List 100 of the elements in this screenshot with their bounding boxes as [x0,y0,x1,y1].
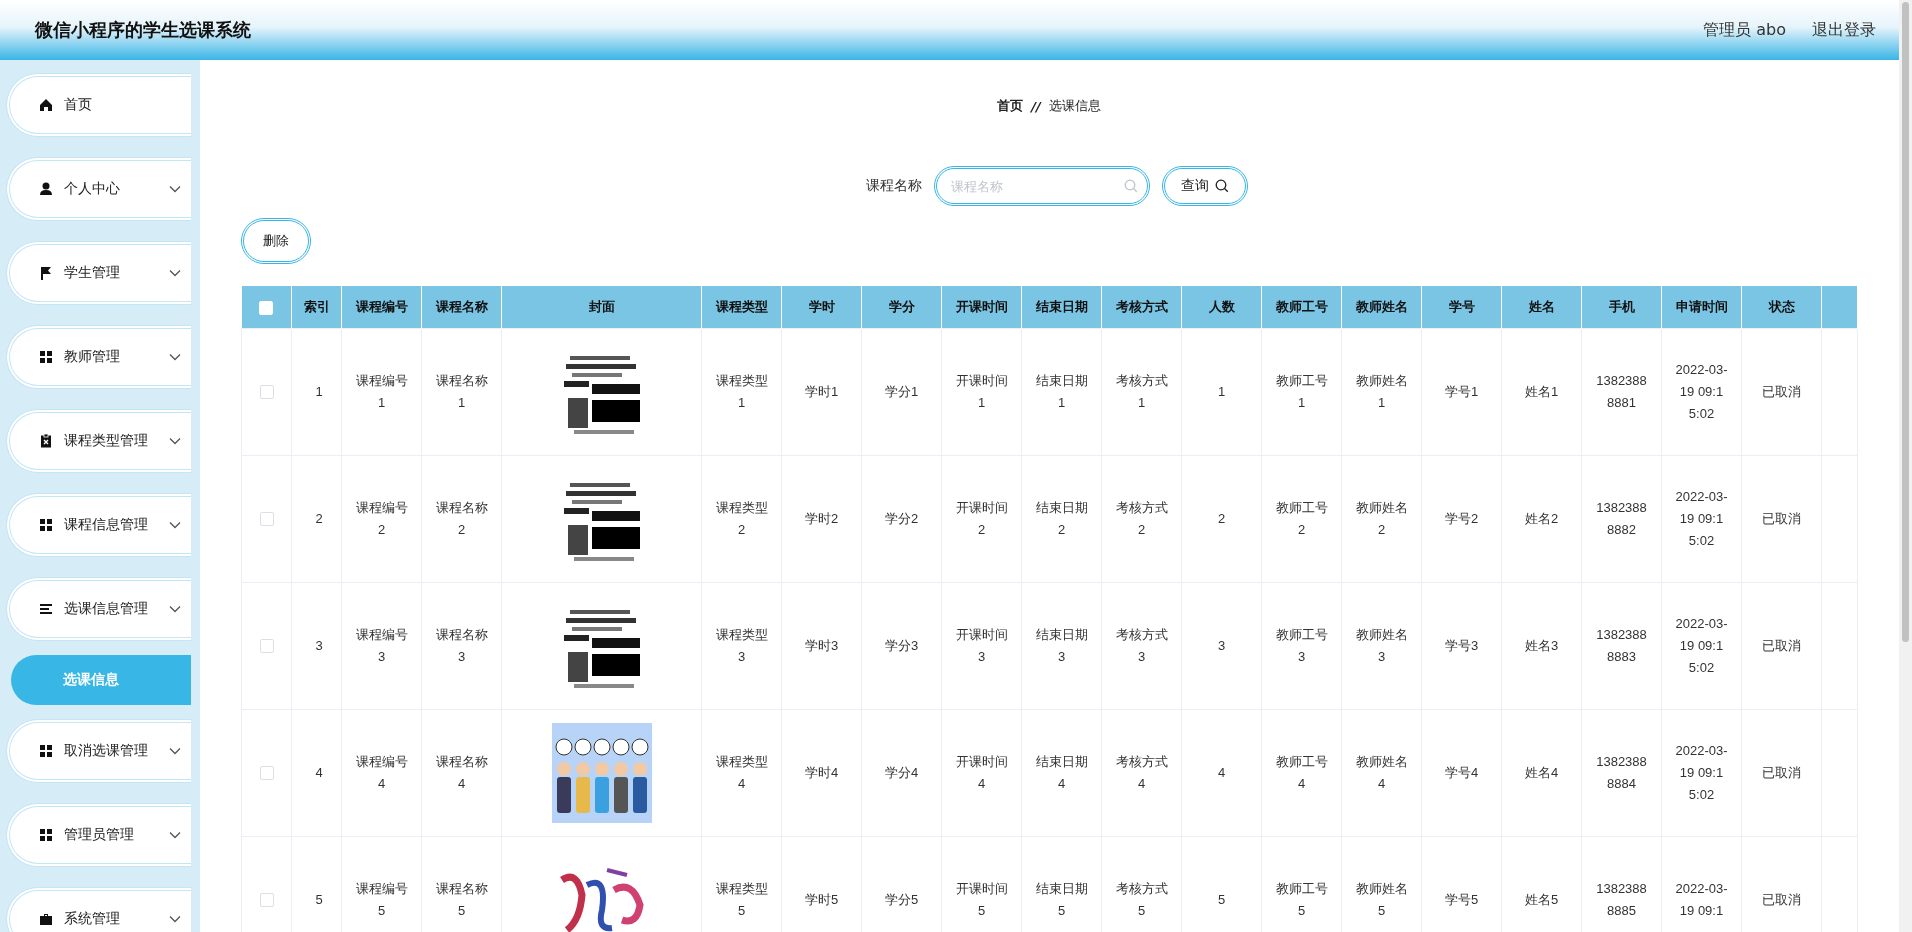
table-cell-text: 结束日期1 [1034,371,1089,412]
column-header: 教师姓名 [1341,286,1422,328]
table-cell-text: 13823888881 [1595,371,1648,412]
search-icon [1214,179,1229,193]
chevron-down-icon [169,437,181,445]
table-cell-text: 结束日期2 [1034,498,1089,539]
table-cell-text: 开课时间4 [954,752,1009,793]
table-cell-text: 课程名称3 [434,625,489,666]
table-cell-text: 学号1 [1443,382,1480,401]
table-cell-text: 已取消 [1761,890,1802,909]
row-checkbox[interactable] [259,893,274,908]
table-cell-text: 姓名1 [1523,382,1560,401]
table-cell-text: 教师姓名1 [1354,371,1409,412]
column-header: 学时 [781,286,862,328]
table-cell-text: 学分1 [883,382,920,401]
menu-item[interactable]: 系统管理 [6,887,191,932]
column-header: 结束日期 [1021,286,1102,328]
grid-icon [38,827,54,843]
breadcrumb-item: 选课信息 [1048,97,1101,115]
table-cell-text: 2022-03-19 09:15:02 [1674,487,1729,550]
table-cell-text: 课程名称4 [434,752,489,793]
menu-label: 首页 [64,96,93,114]
table-cell-text: 3 [1216,636,1227,655]
table-cell-text: 教师工号3 [1274,625,1329,666]
table-cell-text: 开课时间2 [954,498,1009,539]
table-cell-text: 教师姓名2 [1354,498,1409,539]
menu-label: 课程类型管理 [64,432,149,450]
menu-label: 学生管理 [64,264,121,282]
table-cell-text: 13823888883 [1595,625,1648,666]
table-cell-text: 学分4 [883,763,920,782]
menu-item[interactable]: 取消选课管理 [6,719,191,783]
table-cell-text: 学分5 [883,890,920,909]
table-cell-text: 课程编号4 [354,752,409,793]
table-cell-text: 学号3 [1443,636,1480,655]
column-header: 课程名称 [421,286,502,328]
table-cell-text: 学时2 [803,509,840,528]
chevron-down-icon [169,185,181,193]
table-cell-text: 教师姓名3 [1354,625,1409,666]
column-header: 申请时间 [1661,286,1742,328]
table-cell-text: 学号5 [1443,890,1480,909]
scrollbar[interactable] [1899,0,1912,932]
scroll-thumb[interactable] [1902,2,1909,642]
menu-label: 系统管理 [64,910,121,928]
chevron-down-icon [169,831,181,839]
chevron-down-icon [169,521,181,529]
menu-item[interactable]: 学生管理 [6,241,191,305]
menu-item[interactable]: 选课信息管理 [6,577,191,641]
select-all-checkbox[interactable] [259,300,274,315]
row-checkbox[interactable] [259,639,274,654]
table-cell-text: 课程编号2 [354,498,409,539]
table-cell-text: 结束日期3 [1034,625,1089,666]
menu-item[interactable]: 教师管理 [6,325,191,389]
row-checkbox[interactable] [259,512,274,527]
table-cell-text: 考核方式2 [1114,498,1169,539]
chevron-down-icon [169,605,181,613]
menu-item[interactable]: 管理员管理 [6,803,191,867]
list-icon [38,601,54,617]
logout-link[interactable]: 退出登录 [1812,19,1876,41]
menu-item[interactable]: 个人中心 [6,157,191,221]
chevron-down-icon [169,269,181,277]
table-cell-text: 姓名2 [1523,509,1560,528]
table-cell-text: 教师工号1 [1274,371,1329,412]
home-icon [38,97,54,113]
table-cell-text: 教师工号4 [1274,752,1329,793]
menu-label: 管理员管理 [64,826,135,844]
column-header: 封面 [501,286,702,328]
row-checkbox[interactable] [259,766,274,781]
table-cell-text: 2022-03-19 09:15:02 [1674,360,1729,423]
table-cell-text: 姓名5 [1523,890,1560,909]
row-checkbox[interactable] [259,385,274,400]
table-cell-text: 考核方式3 [1114,625,1169,666]
grid-icon [38,517,54,533]
search-field[interactable]: 课程名称 [933,166,1150,206]
table-cell-text: 13823888885 [1595,879,1648,920]
table-cell-text: 教师姓名5 [1354,879,1409,920]
column-header: 人数 [1181,286,1262,328]
table-cell-text: 3 [314,636,324,655]
menu-item[interactable]: 课程类型管理 [6,409,191,473]
grid-icon [38,743,54,759]
table-cell-text: 已取消 [1761,636,1802,655]
menu-item[interactable]: 课程信息管理 [6,493,191,557]
query-button[interactable]: 查询 [1161,166,1248,206]
table-cell-text: 1 [314,382,324,401]
search-label: 课程名称 [865,177,922,195]
table-cell-text: 已取消 [1761,382,1802,401]
menu-item[interactable]: 首页 [6,73,191,137]
table-cell-text: 13823888882 [1595,498,1648,539]
breadcrumb-item[interactable]: 首页 [997,97,1024,115]
table-cell-text: 课程编号1 [354,371,409,412]
delete-button[interactable]: 删除 [241,218,311,264]
table-cell-text: 教师工号2 [1274,498,1329,539]
table-cell-text: 学分3 [883,636,920,655]
table-cell-text: 2 [314,509,324,528]
table-cell-text: 姓名4 [1523,763,1560,782]
table-cell-text: 教师姓名4 [1354,752,1409,793]
table-cell-text: 课程类型2 [714,498,769,539]
column-header: 考核方式 [1101,286,1182,328]
user-icon [38,181,54,197]
menu-label: 教师管理 [64,348,121,366]
column-header: 学号 [1421,286,1502,328]
